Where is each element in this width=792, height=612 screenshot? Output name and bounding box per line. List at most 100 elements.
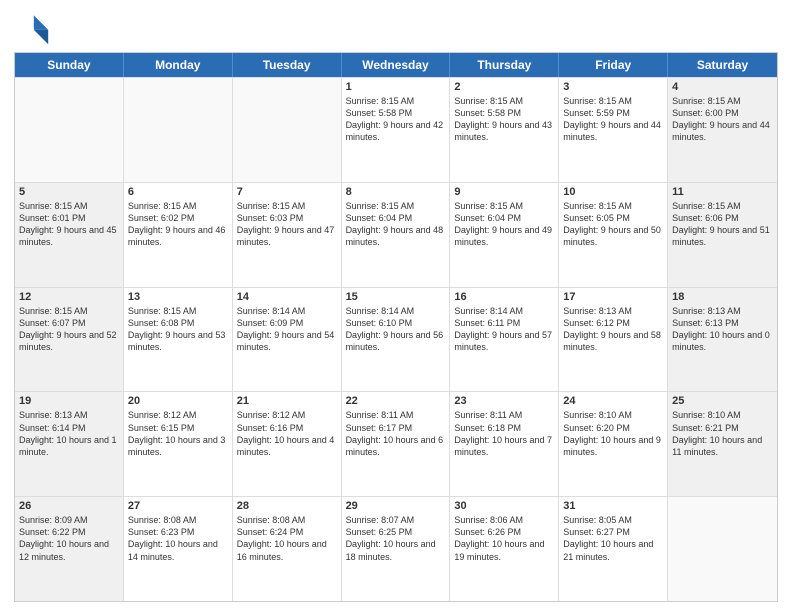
calendar-row-4: 19Sunrise: 8:13 AM Sunset: 6:14 PM Dayli… bbox=[15, 391, 777, 496]
day-number: 19 bbox=[19, 395, 119, 407]
day-number: 14 bbox=[237, 291, 337, 303]
day-number: 16 bbox=[454, 291, 554, 303]
calendar-cell: 11Sunrise: 8:15 AM Sunset: 6:06 PM Dayli… bbox=[668, 183, 777, 287]
calendar-cell: 8 Sunrise: 8:15 AM Sunset: 6:04 PM Daylig… bbox=[342, 183, 451, 287]
cell-info: Sunrise: 8:15 AM Sunset: 6:00 PM Dayligh… bbox=[672, 96, 770, 142]
day-number: 24 bbox=[563, 395, 663, 407]
cell-info: Sunrise: 8:15 AM Sunset: 6:07 PM Dayligh… bbox=[19, 306, 117, 352]
calendar-cell: 12 Sunrise: 8:15 AM Sunset: 6:07 PM Dayli… bbox=[15, 288, 124, 392]
calendar-cell: 10 Sunrise: 8:15 AM Sunset: 6:05 PM Dayli… bbox=[559, 183, 668, 287]
cell-info: Sunrise: 8:15 AM Sunset: 5:59 PM Dayligh… bbox=[563, 96, 661, 142]
day-number: 21 bbox=[237, 395, 337, 407]
calendar-cell: 29 Sunrise: 8:07 AM Sunset: 6:25 PM Dayli… bbox=[342, 497, 451, 601]
day-number: 9 bbox=[454, 186, 554, 198]
day-number: 17 bbox=[563, 291, 663, 303]
cell-info: Sunrise: 8:09 AM Sunset: 6:22 PM Dayligh… bbox=[19, 515, 109, 561]
calendar-cell: 30 Sunrise: 8:06 AM Sunset: 6:26 PM Dayli… bbox=[450, 497, 559, 601]
cell-info: Sunrise: 8:12 AM Sunset: 6:15 PM Dayligh… bbox=[128, 410, 226, 456]
calendar-cell: 4Sunrise: 8:15 AM Sunset: 6:00 PM Daylig… bbox=[668, 78, 777, 182]
day-number: 10 bbox=[563, 186, 663, 198]
calendar-cell: 13Sunrise: 8:15 AM Sunset: 6:08 PM Dayli… bbox=[124, 288, 233, 392]
calendar-cell bbox=[233, 78, 342, 182]
day-header-sunday: Sunday bbox=[15, 53, 124, 77]
day-number: 6 bbox=[128, 186, 228, 198]
cell-info: Sunrise: 8:15 AM Sunset: 6:05 PM Dayligh… bbox=[563, 201, 661, 247]
calendar: SundayMondayTuesdayWednesdayThursdayFrid… bbox=[14, 52, 778, 602]
cell-info: Sunrise: 8:08 AM Sunset: 6:24 PM Dayligh… bbox=[237, 515, 327, 561]
cell-info: Sunrise: 8:08 AM Sunset: 6:23 PM Dayligh… bbox=[128, 515, 218, 561]
calendar-cell: 5Sunrise: 8:15 AM Sunset: 6:01 PM Daylig… bbox=[15, 183, 124, 287]
day-number: 26 bbox=[19, 500, 119, 512]
cell-info: Sunrise: 8:15 AM Sunset: 5:58 PM Dayligh… bbox=[346, 96, 444, 142]
cell-info: Sunrise: 8:06 AM Sunset: 6:26 PM Dayligh… bbox=[454, 515, 544, 561]
day-number: 5 bbox=[19, 186, 119, 198]
day-header-wednesday: Wednesday bbox=[342, 53, 451, 77]
calendar-cell: 22 Sunrise: 8:11 AM Sunset: 6:17 PM Dayli… bbox=[342, 392, 451, 496]
cell-info: Sunrise: 8:14 AM Sunset: 6:10 PM Dayligh… bbox=[346, 306, 444, 352]
calendar-cell: 9 Sunrise: 8:15 AM Sunset: 6:04 PM Daylig… bbox=[450, 183, 559, 287]
calendar-cell: 18 Sunrise: 8:13 AM Sunset: 6:13 PM Dayli… bbox=[668, 288, 777, 392]
cell-info: Sunrise: 8:11 AM Sunset: 6:17 PM Dayligh… bbox=[346, 410, 444, 456]
day-number: 11 bbox=[672, 186, 773, 198]
cell-info: Sunrise: 8:15 AM Sunset: 6:03 PM Dayligh… bbox=[237, 201, 335, 247]
calendar-body: 1 Sunrise: 8:15 AM Sunset: 5:58 PM Daylig… bbox=[15, 77, 777, 601]
day-number: 18 bbox=[672, 291, 773, 303]
day-number: 3 bbox=[563, 81, 663, 93]
calendar-cell: 25Sunrise: 8:10 AM Sunset: 6:21 PM Dayli… bbox=[668, 392, 777, 496]
calendar-cell: 21Sunrise: 8:12 AM Sunset: 6:16 PM Dayli… bbox=[233, 392, 342, 496]
calendar-cell: 28 Sunrise: 8:08 AM Sunset: 6:24 PM Dayli… bbox=[233, 497, 342, 601]
calendar-cell: 1 Sunrise: 8:15 AM Sunset: 5:58 PM Daylig… bbox=[342, 78, 451, 182]
calendar-cell: 27 Sunrise: 8:08 AM Sunset: 6:23 PM Dayli… bbox=[124, 497, 233, 601]
calendar-cell: 20 Sunrise: 8:12 AM Sunset: 6:15 PM Dayli… bbox=[124, 392, 233, 496]
day-header-monday: Monday bbox=[124, 53, 233, 77]
cell-info: Sunrise: 8:13 AM Sunset: 6:12 PM Dayligh… bbox=[563, 306, 661, 352]
header bbox=[14, 10, 778, 46]
calendar-cell bbox=[668, 497, 777, 601]
calendar-cell: 19Sunrise: 8:13 AM Sunset: 6:14 PM Dayli… bbox=[15, 392, 124, 496]
cell-info: Sunrise: 8:15 AM Sunset: 6:02 PM Dayligh… bbox=[128, 201, 226, 247]
day-number: 7 bbox=[237, 186, 337, 198]
day-header-tuesday: Tuesday bbox=[233, 53, 342, 77]
calendar-cell bbox=[15, 78, 124, 182]
calendar-row-3: 12 Sunrise: 8:15 AM Sunset: 6:07 PM Dayli… bbox=[15, 287, 777, 392]
day-number: 28 bbox=[237, 500, 337, 512]
cell-info: Sunrise: 8:15 AM Sunset: 6:04 PM Dayligh… bbox=[346, 201, 444, 247]
day-number: 23 bbox=[454, 395, 554, 407]
day-number: 27 bbox=[128, 500, 228, 512]
day-number: 31 bbox=[563, 500, 663, 512]
calendar-header: SundayMondayTuesdayWednesdayThursdayFrid… bbox=[15, 53, 777, 77]
calendar-cell: 23 Sunrise: 8:11 AM Sunset: 6:18 PM Dayli… bbox=[450, 392, 559, 496]
calendar-cell: 31Sunrise: 8:05 AM Sunset: 6:27 PM Dayli… bbox=[559, 497, 668, 601]
cell-info: Sunrise: 8:10 AM Sunset: 6:20 PM Dayligh… bbox=[563, 410, 661, 456]
day-header-friday: Friday bbox=[559, 53, 668, 77]
cell-info: Sunrise: 8:14 AM Sunset: 6:09 PM Dayligh… bbox=[237, 306, 335, 352]
cell-info: Sunrise: 8:13 AM Sunset: 6:13 PM Dayligh… bbox=[672, 306, 770, 352]
day-number: 15 bbox=[346, 291, 446, 303]
calendar-cell: 15 Sunrise: 8:14 AM Sunset: 6:10 PM Dayli… bbox=[342, 288, 451, 392]
calendar-cell: 6 Sunrise: 8:15 AM Sunset: 6:02 PM Daylig… bbox=[124, 183, 233, 287]
cell-info: Sunrise: 8:07 AM Sunset: 6:25 PM Dayligh… bbox=[346, 515, 436, 561]
day-number: 2 bbox=[454, 81, 554, 93]
calendar-cell: 24 Sunrise: 8:10 AM Sunset: 6:20 PM Dayli… bbox=[559, 392, 668, 496]
calendar-cell: 17 Sunrise: 8:13 AM Sunset: 6:12 PM Dayli… bbox=[559, 288, 668, 392]
day-number: 29 bbox=[346, 500, 446, 512]
day-number: 25 bbox=[672, 395, 773, 407]
day-number: 8 bbox=[346, 186, 446, 198]
day-number: 30 bbox=[454, 500, 554, 512]
calendar-cell: 16Sunrise: 8:14 AM Sunset: 6:11 PM Dayli… bbox=[450, 288, 559, 392]
calendar-row-2: 5Sunrise: 8:15 AM Sunset: 6:01 PM Daylig… bbox=[15, 182, 777, 287]
cell-info: Sunrise: 8:11 AM Sunset: 6:18 PM Dayligh… bbox=[454, 410, 552, 456]
cell-info: Sunrise: 8:15 AM Sunset: 6:08 PM Dayligh… bbox=[128, 306, 226, 352]
calendar-cell: 2Sunrise: 8:15 AM Sunset: 5:58 PM Daylig… bbox=[450, 78, 559, 182]
day-number: 20 bbox=[128, 395, 228, 407]
calendar-cell: 7 Sunrise: 8:15 AM Sunset: 6:03 PM Daylig… bbox=[233, 183, 342, 287]
cell-info: Sunrise: 8:15 AM Sunset: 6:04 PM Dayligh… bbox=[454, 201, 552, 247]
day-number: 12 bbox=[19, 291, 119, 303]
calendar-row-1: 1 Sunrise: 8:15 AM Sunset: 5:58 PM Daylig… bbox=[15, 77, 777, 182]
day-number: 1 bbox=[346, 81, 446, 93]
calendar-cell bbox=[124, 78, 233, 182]
calendar-cell: 26 Sunrise: 8:09 AM Sunset: 6:22 PM Dayli… bbox=[15, 497, 124, 601]
logo bbox=[14, 10, 54, 46]
day-number: 22 bbox=[346, 395, 446, 407]
logo-icon bbox=[14, 10, 50, 46]
